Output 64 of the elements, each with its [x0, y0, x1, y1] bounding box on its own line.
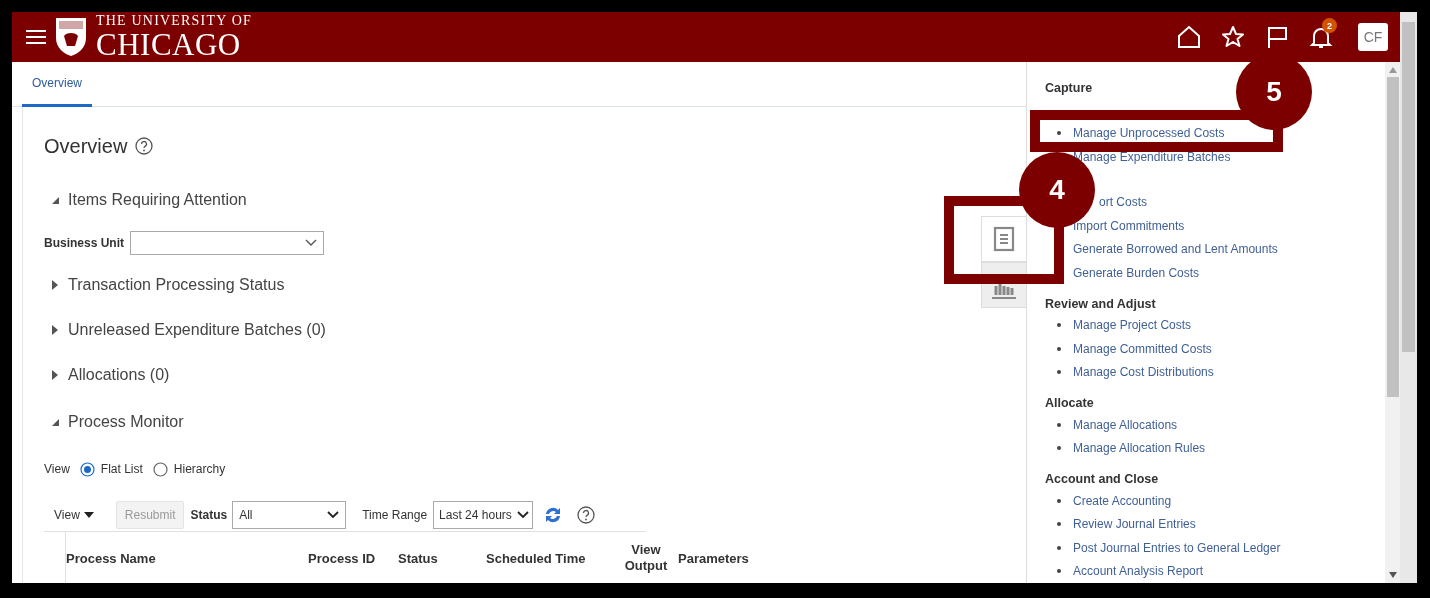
task-link[interactable]: ort Costs [1099, 195, 1147, 210]
time-range-select[interactable]: Last 24 hours [433, 501, 534, 529]
radio-option[interactable]: Flat List [79, 461, 143, 477]
task-link[interactable]: Manage Allocation Rules [1073, 441, 1206, 456]
document-icon [993, 226, 1015, 252]
status-select[interactable]: All [232, 501, 347, 529]
task-link[interactable]: Manage Allocations [1073, 417, 1178, 432]
field-label: Business Unit [44, 236, 124, 250]
chevron-down-icon [517, 511, 530, 519]
expand-icon[interactable] [50, 280, 60, 290]
menu-icon[interactable] [26, 29, 46, 45]
task-link[interactable]: Create Accounting [1073, 493, 1172, 508]
expand-icon[interactable] [50, 325, 60, 335]
task-link[interactable]: Generate Borrowed and Lent Amounts [1073, 242, 1278, 257]
task-link[interactable]: Post Journal Entries to General Ledger [1073, 540, 1281, 555]
chevron-down-icon [305, 239, 317, 247]
page-title: Overview [44, 134, 128, 158]
task-link[interactable]: Import Commitments [1073, 218, 1185, 233]
notification-badge: 2 [1322, 18, 1337, 33]
section-title[interactable]: Items Requiring Attention [68, 191, 247, 209]
collapse-icon[interactable] [50, 417, 60, 427]
bar-chart-icon [992, 284, 1016, 299]
field-label: Time Range [362, 508, 428, 522]
column-header[interactable]: Process ID [308, 550, 398, 566]
scrollbar[interactable] [1385, 62, 1400, 583]
field-label: Status [190, 508, 228, 522]
expand-icon[interactable] [50, 370, 60, 380]
logo-text: CHICAGO [96, 29, 242, 60]
shield-icon [54, 16, 88, 58]
caret-icon [83, 511, 94, 519]
star-icon[interactable] [1220, 24, 1246, 50]
view-label: View [44, 462, 70, 476]
help-icon[interactable] [135, 137, 154, 155]
column-header[interactable]: Process Name [66, 550, 308, 566]
column-header[interactable]: View Output [614, 542, 678, 574]
home-icon[interactable] [1176, 24, 1202, 50]
tab[interactable]: Overview [22, 62, 92, 107]
task-heading: Allocate [1045, 395, 1094, 412]
task-link[interactable]: Manage Project Costs [1073, 318, 1192, 333]
task-link[interactable]: Manage Cost Distributions [1073, 365, 1214, 380]
column-header[interactable]: Scheduled Time [486, 550, 614, 566]
task-heading: Capture [1045, 80, 1093, 97]
scroll-down-icon[interactable] [1388, 572, 1397, 578]
logo-text: THE UNIVERSITY OF [96, 14, 252, 28]
chevron-down-icon [327, 511, 340, 519]
column-header[interactable]: Parameters [678, 550, 778, 566]
collapse-icon[interactable] [50, 195, 60, 205]
task-link[interactable]: Review Journal Entries [1073, 517, 1196, 532]
task-heading: Account and Close [1045, 471, 1159, 488]
column-header[interactable]: Status [398, 550, 486, 566]
section-title[interactable]: Transaction Processing Status [68, 276, 285, 294]
radio-option[interactable]: Hierarchy [152, 461, 226, 477]
task-link[interactable]: Generate Burden Costs [1073, 265, 1200, 280]
view-menu[interactable]: View [54, 508, 94, 522]
task-link[interactable]: Manage Committed Costs [1073, 341, 1212, 356]
section-title[interactable]: Allocations (0) [68, 366, 170, 384]
task-link[interactable]: Manage Unprocessed Costs [1073, 126, 1225, 141]
scrollbar[interactable] [1400, 12, 1417, 583]
section-title[interactable]: Process Monitor [68, 413, 184, 431]
help-icon[interactable] [577, 506, 596, 524]
task-heading: Review and Adjust [1045, 295, 1156, 313]
task-link[interactable]: Account Analysis Report [1073, 564, 1204, 579]
section-title[interactable]: Unreleased Expenditure Batches (0) [68, 321, 326, 339]
user-avatar[interactable]: CF [1358, 23, 1388, 51]
